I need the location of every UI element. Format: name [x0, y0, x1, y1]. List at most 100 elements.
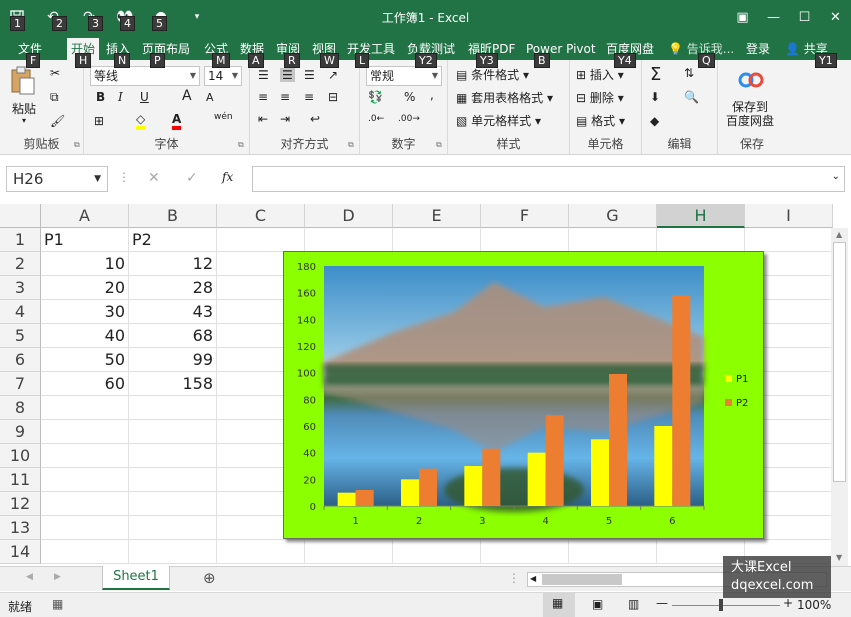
cell-B2[interactable]: 12 — [129, 252, 217, 276]
dialog-launcher-icon[interactable]: ⧉ — [436, 140, 442, 150]
row-header-2[interactable]: 2 — [0, 252, 41, 276]
cell-B9[interactable] — [129, 420, 217, 444]
wrap-text-icon[interactable]: ↩ — [310, 112, 320, 126]
cell-C1[interactable] — [217, 228, 305, 252]
tab-6[interactable]: 审阅 R — [276, 38, 300, 68]
find-select-icon[interactable]: 🔍 — [684, 90, 699, 104]
font-size-select[interactable]: 14 ▼ — [204, 66, 242, 86]
row-header-5[interactable]: 5 — [0, 324, 41, 348]
align-center-icon[interactable]: ≡ — [280, 90, 290, 104]
dialog-launcher-icon[interactable]: ⧉ — [348, 140, 354, 150]
format-as-table-button[interactable]: ▦ 套用表格格式 ▾ — [456, 89, 553, 106]
fill-icon[interactable]: ⬇ — [650, 90, 660, 104]
tab-1[interactable]: 开始 H — [67, 38, 100, 68]
orientation-icon[interactable]: ↗ — [328, 68, 338, 82]
insert-function-button[interactable]: fx — [222, 170, 233, 184]
cell-B6[interactable]: 99 — [129, 348, 217, 372]
cell-A7[interactable]: 60 — [41, 372, 129, 396]
cancel-icon[interactable]: ✕ — [148, 170, 160, 186]
cell-A5[interactable]: 40 — [41, 324, 129, 348]
row-header-11[interactable]: 11 — [0, 468, 41, 492]
sheet-tab-sheet1[interactable]: Sheet1 — [102, 566, 170, 590]
cell-A13[interactable] — [41, 516, 129, 540]
zoom-slider[interactable] — [672, 605, 780, 606]
formula-input[interactable]: ⌄ — [252, 166, 845, 192]
cell-B13[interactable] — [129, 516, 217, 540]
vertical-scrollbar[interactable]: ▲ ▼ — [831, 228, 848, 566]
tab-11[interactable]: Power Pivot B — [526, 38, 596, 68]
column-header-E[interactable]: E — [393, 204, 481, 228]
paste-button[interactable]: 粘贴 — [12, 100, 36, 117]
italic-button[interactable]: I — [118, 90, 123, 104]
row-header-4[interactable]: 4 — [0, 300, 41, 324]
cell-A11[interactable] — [41, 468, 129, 492]
row-header-7[interactable]: 7 — [0, 372, 41, 396]
cut-icon[interactable]: ✂ — [50, 66, 60, 80]
page-break-view-icon[interactable]: ▥ — [628, 597, 639, 611]
grow-font-button[interactable]: A — [182, 88, 192, 104]
increase-decimal-icon[interactable]: .0← — [368, 114, 384, 124]
next-sheet-icon[interactable]: ▶ — [54, 572, 61, 582]
cell-B1[interactable]: P2 — [129, 228, 217, 252]
tab-8[interactable]: 开发工具 L — [347, 38, 395, 68]
paste-icon[interactable] — [8, 66, 36, 99]
cell-F1[interactable] — [481, 228, 569, 252]
row-header-1[interactable]: 1 — [0, 228, 41, 252]
zoom-out-icon[interactable]: — — [656, 596, 668, 610]
underline-button[interactable]: U — [140, 90, 149, 104]
maximize-icon[interactable]: ☐ — [789, 0, 820, 34]
select-all-corner[interactable] — [0, 204, 41, 228]
borders-icon[interactable]: ⊞ — [94, 114, 104, 128]
tab-0[interactable]: 文件 F — [18, 38, 42, 68]
cell-D14[interactable] — [305, 540, 393, 564]
scroll-down-icon[interactable]: ▼ — [836, 553, 842, 562]
insert-cells-button[interactable]: ⊞ 插入 ▾ — [576, 66, 624, 83]
sort-filter-icon[interactable]: ⇅ — [684, 66, 694, 80]
column-header-F[interactable]: F — [481, 204, 569, 228]
cell-B8[interactable] — [129, 396, 217, 420]
cell-I1[interactable] — [745, 228, 833, 252]
column-header-I[interactable]: I — [745, 204, 833, 228]
cell-B3[interactable]: 28 — [129, 276, 217, 300]
new-sheet-icon[interactable]: ⊕ — [203, 569, 216, 587]
fill-color-icon[interactable]: ◇ — [136, 112, 146, 130]
row-header-12[interactable]: 12 — [0, 492, 41, 516]
decrease-decimal-icon[interactable]: .00→ — [398, 114, 420, 124]
column-header-B[interactable]: B — [129, 204, 217, 228]
cell-A8[interactable] — [41, 396, 129, 420]
cell-A4[interactable]: 30 — [41, 300, 129, 324]
autosum-icon[interactable]: Σ — [650, 64, 661, 85]
tab-5[interactable]: 数据 A — [240, 38, 264, 68]
format-cells-button[interactable]: ▤ 格式 ▾ — [576, 112, 625, 129]
tab-7[interactable]: 视图 W — [312, 38, 339, 68]
row-header-3[interactable]: 3 — [0, 276, 41, 300]
chart[interactable]: 0 20 40 60 80 100 120 140 160 180 1 2 3 4 5 6 P1 P2 — [283, 251, 764, 539]
zoom-slider-thumb[interactable] — [719, 599, 723, 611]
row-header-10[interactable]: 10 — [0, 444, 41, 468]
cell-A2[interactable]: 10 — [41, 252, 129, 276]
decrease-indent-icon[interactable]: ⇤ — [258, 112, 268, 126]
delete-cells-button[interactable]: ⊟ 删除 ▾ — [576, 89, 624, 106]
normal-view-icon[interactable]: ▦ — [543, 593, 575, 617]
cell-C14[interactable] — [217, 540, 305, 564]
tab-10[interactable]: 福昕PDF Y3 — [468, 38, 515, 68]
ribbon-display-icon[interactable]: ▣ — [727, 0, 758, 34]
row-header-6[interactable]: 6 — [0, 348, 41, 372]
column-header-A[interactable]: A — [41, 204, 129, 228]
column-header-G[interactable]: G — [569, 204, 657, 228]
align-top-icon[interactable]: ☰ — [258, 68, 269, 82]
share-button[interactable]: 👤 共享 Y1 — [785, 38, 837, 68]
align-left-icon[interactable]: ≡ — [258, 90, 268, 104]
column-header-C[interactable]: C — [217, 204, 305, 228]
save-to-baidu-button[interactable]: 保存到 百度网盘 — [726, 100, 774, 128]
align-right-icon[interactable]: ≡ — [304, 90, 314, 104]
tab-12[interactable]: 百度网盘 Y4 — [606, 38, 654, 68]
cell-B10[interactable] — [129, 444, 217, 468]
phonetic-button[interactable]: wén — [214, 112, 233, 122]
zoom-in-icon[interactable]: + — [783, 596, 793, 610]
name-box[interactable]: H26 ▼ — [6, 166, 108, 192]
dialog-launcher-icon[interactable]: ⧉ — [74, 140, 80, 150]
minimize-icon[interactable]: — — [758, 0, 789, 34]
font-name-select[interactable]: 等线 ▼ — [90, 66, 200, 86]
shrink-font-button[interactable]: A — [206, 91, 214, 104]
